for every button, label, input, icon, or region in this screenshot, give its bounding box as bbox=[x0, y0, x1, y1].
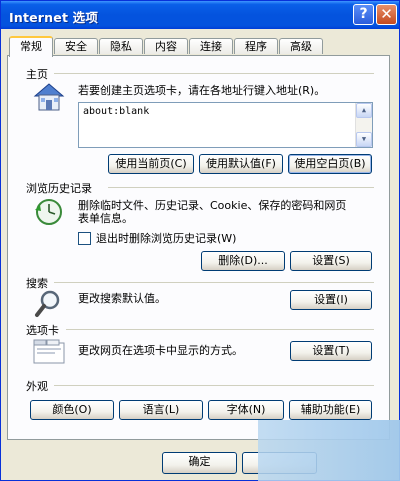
history-description-line2: 表单信息。 bbox=[78, 212, 133, 225]
tabs-description: 更改网页在选项卡中显示的方式。 bbox=[78, 344, 243, 357]
history-section-title: 浏览历史记录 bbox=[26, 182, 92, 195]
appearance-section-title: 外观 bbox=[26, 380, 48, 393]
tab-privacy-label: 隐私 bbox=[110, 40, 132, 53]
magnifier-icon bbox=[35, 290, 60, 317]
appearance-divider bbox=[54, 385, 374, 386]
tab-connections[interactable]: 连接 bbox=[189, 38, 233, 54]
help-button[interactable]: ? bbox=[353, 4, 374, 25]
help-icon: ? bbox=[359, 6, 368, 22]
scroll-down-arrow[interactable]: ▼ bbox=[356, 132, 372, 147]
tab-connections-label: 连接 bbox=[200, 40, 222, 53]
title-bar[interactable]: Internet 选项 ? ✕ bbox=[1, 1, 399, 29]
window-title: Internet 选项 bbox=[9, 10, 99, 25]
textarea-scrollbar[interactable]: ▲ ▼ bbox=[355, 103, 372, 147]
search-settings-button[interactable]: 设置(I) bbox=[290, 290, 372, 310]
fonts-button[interactable]: 字体(N) bbox=[208, 400, 284, 420]
delete-history-on-exit-label: 退出时删除浏览历史记录(W) bbox=[96, 232, 237, 245]
tab-general-label: 常规 bbox=[20, 40, 42, 53]
tabs-divider bbox=[66, 329, 374, 330]
languages-button[interactable]: 语言(L) bbox=[119, 400, 203, 420]
home-divider bbox=[54, 73, 374, 74]
tab-advanced-label: 高级 bbox=[290, 40, 312, 53]
colors-button[interactable]: 颜色(O) bbox=[30, 400, 114, 420]
home-page-url-input[interactable]: about:blank ▲ ▼ bbox=[78, 102, 373, 148]
tab-security-label: 安全 bbox=[65, 40, 87, 53]
delete-history-button[interactable]: 删除(D)... bbox=[201, 251, 285, 271]
clock-history-icon bbox=[35, 199, 62, 225]
house-icon bbox=[33, 83, 65, 111]
internet-options-dialog: Internet 选项 ? ✕ 常规 安全 隐私 内容 连接 程序 高级 主页 … bbox=[0, 0, 400, 481]
history-divider bbox=[108, 187, 374, 188]
tab-strip: 常规 安全 隐私 内容 连接 程序 高级 bbox=[7, 36, 387, 57]
home-description: 若要创建主页选项卡，请在各地址行键入地址(R)。 bbox=[78, 84, 326, 97]
tab-security[interactable]: 安全 bbox=[54, 38, 98, 54]
scroll-up-arrow[interactable]: ▲ bbox=[356, 103, 372, 118]
history-settings-button[interactable]: 设置(S) bbox=[290, 251, 372, 271]
tab-programs-label: 程序 bbox=[245, 40, 267, 53]
tab-advanced[interactable]: 高级 bbox=[279, 38, 323, 54]
delete-history-on-exit-checkbox[interactable] bbox=[78, 232, 91, 245]
use-default-button[interactable]: 使用默认值(F) bbox=[199, 154, 283, 174]
accessibility-button[interactable]: 辅助功能(E) bbox=[289, 400, 372, 420]
search-description: 更改搜索默认值。 bbox=[78, 292, 166, 305]
tabs-section-title: 选项卡 bbox=[26, 324, 59, 337]
use-current-button[interactable]: 使用当前页(C) bbox=[108, 154, 194, 174]
tabs-settings-button[interactable]: 设置(T) bbox=[290, 341, 372, 361]
history-description-line1: 删除临时文件、历史记录、Cookie、保存的密码和网页 bbox=[78, 199, 347, 212]
tab-privacy[interactable]: 隐私 bbox=[99, 38, 143, 54]
search-divider bbox=[54, 282, 374, 283]
tab-content-label: 内容 bbox=[155, 40, 177, 53]
close-button[interactable]: ✕ bbox=[376, 4, 397, 25]
home-section-title: 主页 bbox=[26, 68, 48, 81]
close-icon: ✕ bbox=[380, 5, 393, 23]
ok-button[interactable]: 确定 bbox=[162, 452, 237, 474]
obscured-corner-overlay bbox=[258, 420, 400, 481]
tab-content[interactable]: 内容 bbox=[144, 38, 188, 54]
tabs-window-icon bbox=[33, 339, 65, 364]
tab-general[interactable]: 常规 bbox=[9, 36, 53, 57]
tab-programs[interactable]: 程序 bbox=[234, 38, 278, 54]
home-page-url-value: about:blank bbox=[83, 106, 150, 117]
general-tab-panel: 主页 若要创建主页选项卡，请在各地址行键入地址(R)。 about:blank … bbox=[7, 55, 390, 440]
use-blank-button[interactable]: 使用空白页(B) bbox=[288, 154, 372, 174]
